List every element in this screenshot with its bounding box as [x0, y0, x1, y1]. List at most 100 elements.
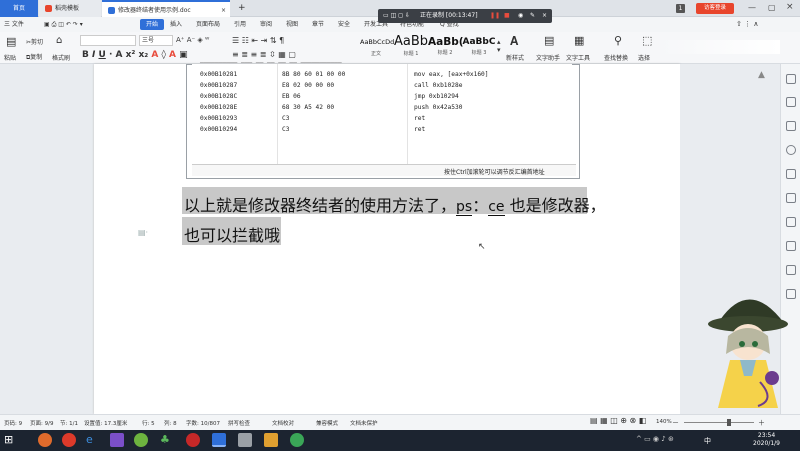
font-style-icons[interactable]: B I U · A x² x₂ A ◊ A ▣ — [82, 50, 188, 60]
sidebar-image-icon[interactable] — [786, 241, 796, 251]
paragraph-line-1[interactable]: 以上就是修改器终结者的使用方法了，ps：ce 也是修改器， — [184, 192, 606, 216]
style-h2-name: 标题 2 — [437, 50, 453, 56]
tray-icons[interactable]: ^ ▭ ◉ ♪ ⊛ — [636, 435, 674, 443]
minimize-icon[interactable]: — — [748, 3, 756, 12]
app-icon-round[interactable] — [290, 433, 304, 447]
format-painter-icon[interactable]: ⌂ — [56, 35, 62, 46]
camera-icon[interactable]: ◉ — [518, 9, 523, 23]
font-family-select[interactable] — [80, 35, 136, 46]
asm-addr: 0x00B1028C — [200, 93, 238, 100]
text-assistant-icon[interactable]: ▤ — [544, 34, 554, 47]
new-style-button[interactable]: 新样式 — [506, 53, 524, 62]
ime-indicator[interactable]: 中 — [704, 436, 711, 446]
menu-start[interactable]: 开始 — [140, 19, 165, 30]
opera-icon[interactable] — [62, 433, 76, 447]
select-button[interactable]: 选择 — [638, 53, 650, 62]
scroll-up-arrow-icon[interactable]: ▲ — [758, 70, 765, 80]
docer-icon — [45, 5, 52, 12]
new-style-icon[interactable]: 𝐀 — [510, 34, 518, 49]
menu-insert[interactable]: 插入 — [170, 17, 182, 32]
menu-review[interactable]: 审阅 — [260, 17, 272, 32]
maximize-icon[interactable]: ▢ — [768, 3, 776, 12]
sidebar-paint-icon[interactable] — [786, 193, 796, 203]
text-assistant-button[interactable]: 文字助手 — [536, 53, 560, 62]
paste-button[interactable]: 粘贴 — [4, 53, 16, 62]
explorer-icon[interactable] — [238, 433, 252, 447]
zoom-in-icon[interactable]: ＋ — [758, 418, 765, 428]
style-normal[interactable]: AaBbCcDd 正文 — [360, 38, 394, 66]
add-tab-button[interactable]: + — [232, 0, 252, 17]
cut-label: 剪切 — [31, 39, 44, 46]
ribbon: ▤ 粘贴 ✂剪切 ⧉复制 ⌂ 格式刷 三号 A⁺ A⁻ ◈ ᵂ B I U · … — [0, 32, 800, 64]
zoom-out-icon[interactable]: － — [672, 418, 679, 428]
menu-page-layout[interactable]: 页面布局 — [196, 17, 220, 32]
style-heading-1[interactable]: AaBb 标题 1 — [393, 34, 429, 62]
recorder-tools-icon[interactable]: ▭ ◫ ◻ ⇩ — [383, 9, 410, 23]
table-row: 0x00B10281 8B 80 60 01 00 00 mov eax, [e… — [192, 71, 572, 82]
tab-document[interactable]: 修改器终结者使用示例.doc × — [102, 0, 230, 17]
spell-check-button[interactable]: 拼写检查 — [228, 419, 250, 427]
table-row: 0x00B1028E 68 30 A5 42 00 push 0x42a530 — [192, 104, 572, 115]
sidebar-help-icon[interactable] — [786, 265, 796, 275]
font-grow-icon[interactable]: A⁺ A⁻ ◈ ᵂ — [176, 36, 209, 44]
select-icon[interactable]: ⬚ — [642, 34, 652, 47]
cut-button[interactable]: ✂剪切 — [26, 37, 43, 46]
clock-date: 2020/1/9 — [753, 440, 780, 447]
visual-studio-icon[interactable] — [110, 433, 124, 447]
recorder-app-icon[interactable] — [186, 433, 200, 447]
mascot-orb — [765, 371, 779, 385]
windows-start-icon[interactable]: ⊞ — [4, 433, 18, 447]
stop-icon[interactable]: ■ — [504, 9, 510, 23]
sidebar-share-icon[interactable] — [786, 121, 796, 131]
close-recorder-icon[interactable]: × — [542, 9, 547, 23]
paste-icon[interactable]: ▤ — [6, 35, 16, 48]
text-tools-icon[interactable]: ▦ — [574, 34, 584, 47]
style-heading-3[interactable]: AaBbC 标题 3 — [462, 37, 496, 65]
sidebar-lock-icon[interactable] — [786, 169, 796, 179]
ribbon-options-icon[interactable]: ⇧ ⋮ ∧ — [736, 17, 758, 32]
pause-icon[interactable]: ❚❚ — [490, 9, 500, 23]
firefox-icon[interactable] — [38, 433, 52, 447]
file-menu[interactable]: 三 文件 — [4, 17, 24, 32]
sidebar-link-icon[interactable] — [786, 145, 796, 155]
menu-references[interactable]: 引用 — [234, 17, 246, 32]
undo-redo-icons[interactable]: ▣ ⎙ ◫ ↶ ↷ ▾ — [44, 17, 83, 32]
app-icon-clover[interactable]: ♣ — [160, 433, 174, 447]
paragraph-marker-icon[interactable]: ▤· — [138, 228, 148, 237]
menu-security[interactable]: 安全 — [338, 17, 350, 32]
view-mode-icons[interactable]: ▤ ▦ ◫ ⊕ ⊗ ◧ — [590, 416, 646, 425]
wps-writer-icon[interactable] — [212, 433, 226, 447]
text-tools-button[interactable]: 文字工具 — [566, 53, 590, 62]
tab-template[interactable]: 稻壳模板 — [39, 0, 101, 17]
asm-instr: mov eax, [eax+0x160] — [414, 71, 489, 78]
close-icon[interactable]: × — [786, 2, 794, 12]
sidebar-style-icon[interactable] — [786, 97, 796, 107]
zoom-slider[interactable] — [684, 422, 754, 423]
pen-icon[interactable]: ✎ — [530, 9, 535, 23]
login-button[interactable]: 访客登录 — [696, 3, 734, 14]
asm-instr: jmp 0xb10294 — [414, 93, 459, 100]
find-replace-icon[interactable]: ⚲ — [614, 34, 622, 47]
edge-icon[interactable]: e — [86, 433, 100, 447]
tab-home[interactable]: 首页 — [0, 0, 38, 17]
format-painter-button[interactable]: 格式刷 — [52, 53, 70, 62]
menu-view[interactable]: 视图 — [286, 17, 298, 32]
zoom-slider-thumb[interactable] — [727, 419, 731, 426]
doc-proof-button[interactable]: 文档校对 — [272, 419, 294, 427]
menu-section[interactable]: 章节 — [312, 17, 324, 32]
folder-icon[interactable] — [264, 433, 278, 447]
paragraph-line-2[interactable]: 也可以拦截哦 — [184, 222, 280, 246]
style-heading-2[interactable]: AaBb( 标题 2 — [428, 36, 464, 64]
list-icons[interactable]: ☰ ☷ ⇤ ⇥ ⇅ ¶ — [232, 36, 284, 45]
app-icon-green[interactable] — [134, 433, 148, 447]
copy-button[interactable]: ⧉复制 — [26, 52, 42, 62]
align-icons[interactable]: ≡ ≣ ≡ ≣ ⇳ ▦ ▢ — [232, 50, 296, 59]
sidebar-chart-icon[interactable] — [786, 217, 796, 227]
doc-protect-button[interactable]: 文档未保护 — [350, 419, 378, 427]
ribbon-fade — [660, 40, 780, 54]
styles-scroll-icon[interactable]: ▴ ▾ — [497, 38, 501, 54]
system-clock[interactable]: 23:54 2020/1/9 — [753, 432, 780, 448]
font-size-select[interactable]: 三号 — [139, 35, 173, 46]
find-replace-button[interactable]: 查找替换 — [604, 53, 628, 62]
sidebar-pointer-icon[interactable] — [786, 74, 796, 84]
